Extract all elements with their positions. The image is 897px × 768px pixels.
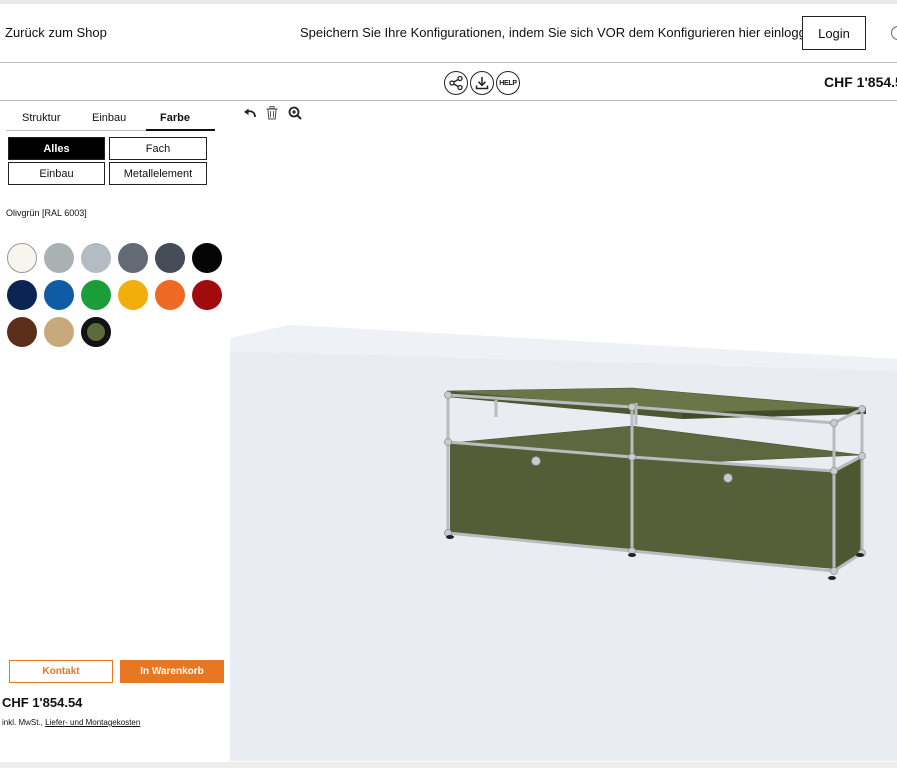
color-swatch[interactable] (44, 280, 74, 310)
tab-struktur[interactable]: Struktur (22, 112, 61, 124)
bottom-strip (0, 762, 897, 768)
price-total: CHF 1'854.54 (2, 695, 83, 710)
share-icon[interactable] (444, 71, 468, 95)
toolbar: HELP CHF 1'854.54 (0, 63, 897, 101)
help-text: HELP (499, 79, 517, 87)
selected-color-label: Olivgrün [RAL 6003] (6, 208, 87, 218)
color-swatch[interactable] (7, 243, 37, 273)
color-swatch[interactable] (155, 243, 185, 273)
contact-button[interactable]: Kontakt (9, 660, 113, 683)
color-swatch[interactable] (81, 243, 111, 273)
filter-alles-button[interactable]: Alles (8, 137, 105, 160)
help-icon[interactable]: HELP (496, 71, 520, 95)
config-tabs: Struktur Einbau Farbe (6, 110, 215, 131)
active-tab-indicator (146, 129, 215, 131)
filter-fach-button[interactable]: Fach (109, 137, 207, 160)
tab-farbe[interactable]: Farbe (160, 112, 190, 124)
shipping-costs-link[interactable]: Liefer- und Montagekosten (45, 718, 140, 727)
price-header: CHF 1'854.54 (824, 74, 897, 90)
color-swatch[interactable] (81, 317, 111, 347)
add-to-cart-button[interactable]: In Warenkorb (120, 660, 224, 683)
color-swatch[interactable] (7, 280, 37, 310)
color-swatch[interactable] (81, 280, 111, 310)
vat-note: inkl. MwSt., Liefer- und Montagekosten (2, 718, 140, 727)
login-button[interactable]: Login (802, 16, 866, 50)
color-swatch[interactable] (118, 243, 148, 273)
3d-viewport[interactable] (230, 101, 897, 761)
color-swatch[interactable] (192, 280, 222, 310)
color-swatch[interactable] (118, 280, 148, 310)
back-to-shop-link[interactable]: Zurück zum Shop (5, 25, 107, 40)
color-swatch[interactable] (44, 243, 74, 273)
header: Zurück zum Shop Speichern Sie Ihre Konfi… (0, 4, 897, 62)
filter-einbau-button[interactable]: Einbau (8, 162, 105, 185)
color-swatch[interactable] (192, 243, 222, 273)
filter-metallelement-button[interactable]: Metallelement (109, 162, 207, 185)
scene-canvas (230, 325, 897, 761)
vat-prefix: inkl. MwSt., (2, 718, 43, 727)
color-swatch[interactable] (44, 317, 74, 347)
save-config-message: Speichern Sie Ihre Konfigurationen, inde… (300, 25, 824, 40)
download-icon[interactable] (470, 71, 494, 95)
account-icon[interactable] (891, 26, 897, 40)
color-swatch[interactable] (7, 317, 37, 347)
color-swatch[interactable] (155, 280, 185, 310)
tab-einbau[interactable]: Einbau (92, 112, 126, 124)
